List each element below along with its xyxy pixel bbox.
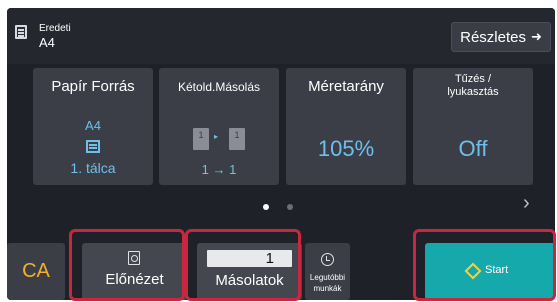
copier-home-screen: Eredeti A4 Részletes ➜ Papír Forrás A4 1… — [7, 8, 555, 300]
duplex-copy-title: Kétold.Másolás — [177, 80, 261, 94]
staple-punch-value: Off — [458, 136, 488, 161]
target-page-number: 1 — [234, 130, 240, 140]
original-label: Eredeti — [39, 23, 71, 34]
ratio-title: Méretarány — [308, 78, 384, 95]
ratio-tile[interactable]: Méretarány 105% — [286, 68, 406, 185]
duplex-mode-value: 1 → 1 — [201, 162, 237, 177]
history-icon — [321, 253, 334, 266]
next-page-chevron-icon[interactable]: › — [523, 192, 530, 215]
tray-value: 1. tálca — [70, 160, 116, 176]
duplex-target-page-icon: 1 — [229, 128, 245, 150]
paper-source-title: Papír Forrás — [51, 78, 135, 95]
duplex-arrow-icon: ▸ — [214, 132, 219, 141]
recent-jobs-button[interactable]: Legutóbbi munkák — [305, 243, 350, 300]
duplex-copy-tile[interactable]: Kétold.Másolás 1 ▸ 1 1 → 1 — [159, 68, 279, 185]
top-bar: Eredeti A4 Részletes ➜ — [7, 8, 555, 64]
details-button[interactable]: Részletes ➜ — [451, 22, 551, 52]
preview-button[interactable]: Előnézet — [82, 243, 187, 300]
recent-jobs-label: Legutóbbi munkák — [309, 273, 346, 293]
start-diamond-icon — [464, 262, 482, 280]
paper-tray-icon — [86, 140, 100, 153]
preview-icon — [128, 251, 140, 265]
start-button[interactable]: Start — [425, 243, 555, 300]
clear-all-button[interactable]: CA — [7, 243, 65, 300]
source-page-number: 1 — [198, 130, 204, 140]
staple-punch-title: Tűzés / lyukasztás — [447, 73, 499, 98]
original-size-value: A4 — [39, 35, 55, 50]
staple-punch-tile[interactable]: Tűzés / lyukasztás Off — [413, 68, 533, 185]
preview-label: Előnézet — [105, 271, 164, 288]
start-label: Start — [485, 264, 509, 276]
copies-button[interactable]: 1 Másolatok — [197, 243, 302, 300]
ratio-value: 105% — [317, 136, 375, 161]
page-dot-active — [263, 204, 269, 210]
details-label: Részletes — [460, 28, 526, 46]
duplex-source-page-icon: 1 — [193, 128, 209, 150]
copies-count-field[interactable]: 1 — [207, 250, 292, 267]
arrow-right-icon: ➜ — [530, 29, 542, 44]
paper-size-value: A4 — [85, 118, 101, 133]
copies-label: Másolatok — [215, 272, 284, 289]
paper-source-tile[interactable]: Papír Forrás A4 1. tálca — [33, 68, 153, 185]
page-dot-inactive[interactable] — [287, 204, 293, 210]
original-document-icon — [15, 25, 27, 39]
